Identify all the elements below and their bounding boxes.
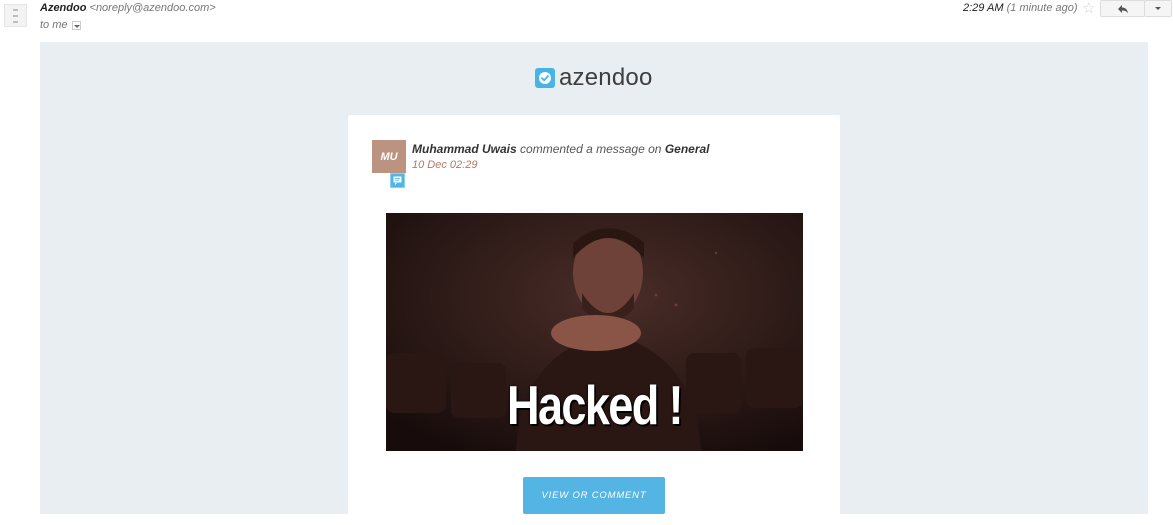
recipient-line: to me [40, 19, 81, 31]
recipient-label: to me [40, 19, 68, 31]
check-icon [535, 68, 555, 88]
reply-button[interactable] [1100, 0, 1145, 17]
view-or-comment-button[interactable]: VIEW OR COMMENT [523, 477, 665, 514]
sender-avatar [4, 4, 27, 27]
star-icon[interactable]: ☆ [1082, 0, 1095, 17]
message-time-absolute: 2:29 AM [963, 2, 1004, 14]
activity-summary: Muhammad Uwais commented a message on Ge… [412, 142, 710, 156]
workspace-name[interactable]: General [665, 142, 710, 156]
attached-gif[interactable]: Hacked ! [386, 213, 803, 451]
brand-name: azendoo [559, 64, 653, 91]
sender-line: Azendoo <noreply@azendoo.com> [40, 2, 216, 14]
comment-icon [390, 173, 405, 188]
activity-timestamp: 10 Dec 02:29 [412, 159, 478, 171]
message-time: 2:29 AM (1 minute ago) [963, 2, 1078, 14]
brand-logo[interactable]: azendoo [535, 66, 653, 90]
reply-icon [1117, 4, 1128, 13]
user-name[interactable]: Muhammad Uwais [412, 142, 517, 156]
sender-email: <noreply@azendoo.com> [89, 2, 216, 14]
user-avatar: MU [372, 140, 406, 173]
gif-caption: Hacked ! [507, 374, 684, 436]
message-time-relative: (1 minute ago) [1006, 2, 1078, 14]
notification-card: MU Muhammad Uwais commented a message on… [348, 115, 840, 525]
action-text: commented a message on [520, 142, 662, 156]
recipient-details-dropdown[interactable] [71, 20, 81, 30]
more-options-button[interactable] [1144, 0, 1172, 17]
sender-name[interactable]: Azendoo [40, 2, 86, 14]
email-body: azendoo MU Muhammad Uwais commented a me… [40, 42, 1148, 525]
